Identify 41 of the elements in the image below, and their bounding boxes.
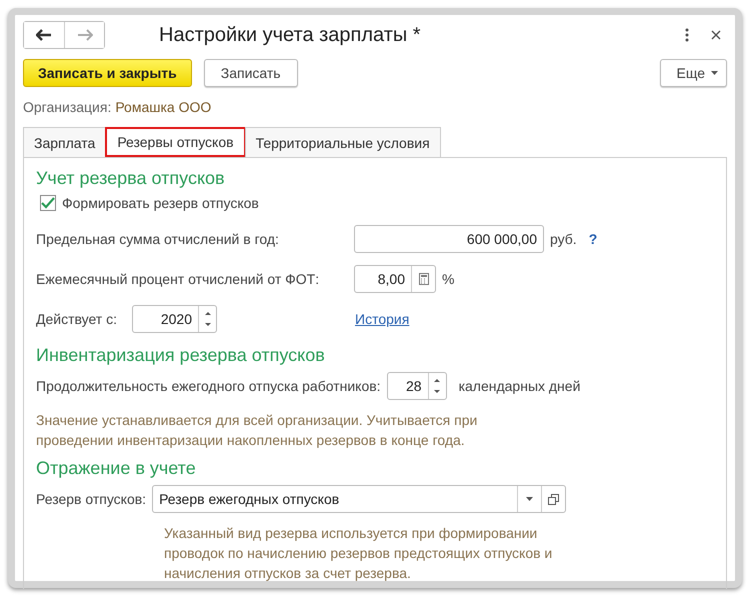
window-title: Настройки учета зарплаты * <box>159 24 422 46</box>
organization-label: Организация: <box>23 99 112 115</box>
amount-field[interactable]: 600 000,00 <box>354 225 544 253</box>
days-field[interactable]: 28 <box>386 372 447 400</box>
save-button[interactable]: Записать <box>204 59 298 87</box>
checkbox[interactable] <box>40 195 56 211</box>
hint-text: Значение устанавливается для всей организации. Учитывается при проведении инвентаризации накопленных резервов в конце года. <box>36 411 478 450</box>
more-button[interactable]: Еще <box>660 59 727 87</box>
field-label: Действует с: <box>36 311 118 327</box>
tab[interactable]: Зарплата <box>23 127 106 157</box>
back-arrow-icon <box>36 29 52 41</box>
help-link[interactable]: ? <box>588 231 598 247</box>
checkbox-label: Формировать резерв отпусков <box>62 195 259 211</box>
caret-icon <box>526 497 534 501</box>
unit-label: календарных дней <box>458 378 580 394</box>
section-heading: Отражение в учете <box>36 458 197 479</box>
tab[interactable]: Территориальные условия <box>244 127 441 157</box>
section-heading: Учет резерва отпусков <box>36 168 226 189</box>
vertical-dots-icon <box>685 28 689 42</box>
open-icon <box>548 494 560 504</box>
field-label: Резерв отпусков: <box>36 491 146 507</box>
reserve-select[interactable]: Резерв ежегодных отпусков <box>152 485 566 513</box>
forward-arrow-icon <box>76 29 92 41</box>
close-icon <box>711 30 721 40</box>
spinner-icon[interactable] <box>434 378 440 394</box>
calculator-icon <box>418 273 428 285</box>
field-label: Предельная сумма отчислений в год: <box>36 231 280 247</box>
organization-value[interactable]: Ромашка ООО <box>115 99 212 115</box>
save-and-close-button[interactable]: Записать и закрыть <box>23 59 192 87</box>
unit-label: % <box>442 271 454 287</box>
caret-icon <box>711 71 718 75</box>
percent-field[interactable]: 8,00 <box>354 265 436 293</box>
unit-label: руб. <box>550 231 577 247</box>
field-label: Продолжительность ежегодного отпуска работников: <box>36 378 381 394</box>
hint-text: Указанный вид резерва используется при формировании проводок по начислению резервов предстоящих отпусков и начисления отпусков за счет резерва. <box>164 524 554 583</box>
tab[interactable]: Резервы отпусков <box>105 127 246 157</box>
year-field[interactable]: 2020 <box>132 305 217 333</box>
field-label: Ежемесячный процент отчислений от ФОТ: <box>36 271 320 287</box>
history-link[interactable]: История <box>355 311 410 327</box>
section-heading: Инвентаризация резерва отпусков <box>36 345 326 366</box>
spinner-icon[interactable] <box>204 311 210 327</box>
